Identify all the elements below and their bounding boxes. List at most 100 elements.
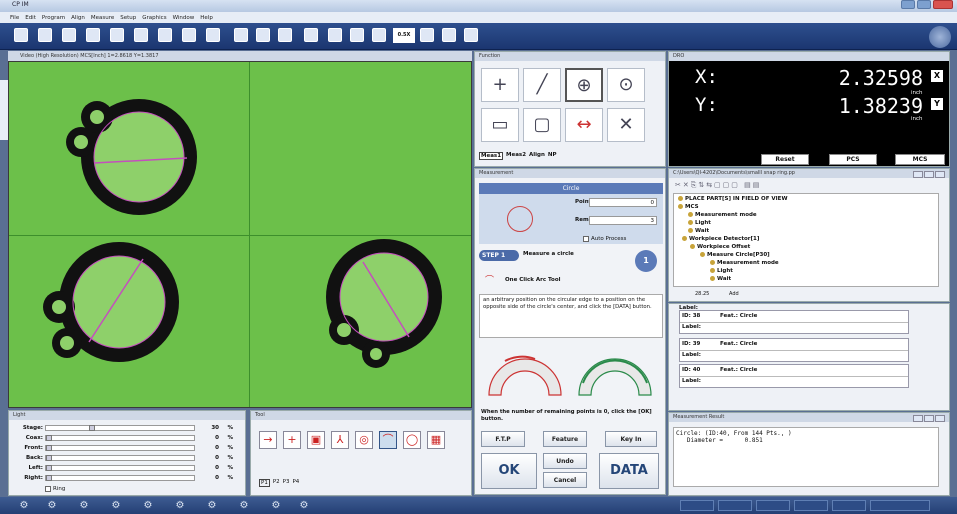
arc-tool-icon[interactable]: ⌒ xyxy=(379,431,397,449)
target-icon[interactable] xyxy=(328,28,342,42)
slider-thumb[interactable] xyxy=(46,435,52,441)
new-file-icon[interactable] xyxy=(14,28,28,42)
feature-item[interactable]: ID: 39 Feat.: Circle Label: xyxy=(679,338,909,362)
axis-icon[interactable] xyxy=(304,28,318,42)
pcs-button[interactable]: PCS xyxy=(829,154,877,165)
maximize-button[interactable] xyxy=(917,0,931,9)
panel-close-button[interactable] xyxy=(935,171,945,178)
tree-node[interactable]: Wait xyxy=(710,276,731,282)
edge-arrow-icon[interactable]: → xyxy=(259,431,277,449)
tree-node[interactable]: Light xyxy=(688,220,711,226)
menu-program[interactable]: Program xyxy=(42,15,65,21)
menu-window[interactable]: Window xyxy=(173,15,195,21)
stop-icon[interactable] xyxy=(234,28,248,42)
ftp-button[interactable]: F.T.P xyxy=(481,431,525,447)
tree-node[interactable]: Workpiece Detector[1] xyxy=(682,236,759,242)
slider-thumb[interactable] xyxy=(46,445,52,451)
tab-p1[interactable]: P1 xyxy=(259,479,270,487)
point-icon[interactable]: + xyxy=(481,68,519,102)
light-slider[interactable] xyxy=(45,475,195,481)
checkbox-box[interactable] xyxy=(45,486,51,492)
status-tool-icon[interactable]: ⚙ xyxy=(18,500,30,512)
pen-icon[interactable] xyxy=(206,28,220,42)
menu-graphics[interactable]: Graphics xyxy=(142,15,166,21)
tree-node[interactable]: MCS xyxy=(678,204,699,210)
menu-file[interactable]: File xyxy=(10,15,19,21)
tab-meas2[interactable]: Meas2 xyxy=(506,152,526,160)
light-value[interactable]: 0 xyxy=(195,455,219,461)
tab-p2[interactable]: P2 xyxy=(273,479,280,487)
ring-checkbox[interactable]: Ring xyxy=(45,486,65,492)
edit-icon[interactable] xyxy=(182,28,196,42)
slider-thumb[interactable] xyxy=(89,425,96,431)
light-value[interactable]: 0 xyxy=(195,465,219,471)
reset-button[interactable]: Reset xyxy=(761,154,809,165)
status-tool-icon[interactable]: ⚙ xyxy=(46,500,58,512)
tree-node[interactable]: Light xyxy=(710,268,733,274)
program-toolbar-icons[interactable]: ✂✕⎘⇅⇆▢▢▢ ▤▤ xyxy=(675,181,761,190)
status-tool-icon[interactable]: ⚙ xyxy=(298,500,310,512)
back-icon[interactable] xyxy=(278,28,292,42)
menu-help[interactable]: Help xyxy=(200,15,213,21)
menu-align[interactable]: Align xyxy=(71,15,85,21)
tree-node[interactable]: Wait xyxy=(688,228,709,234)
menu-edit[interactable]: Edit xyxy=(25,15,36,21)
save-icon[interactable] xyxy=(62,28,76,42)
data-button[interactable]: DATA xyxy=(599,453,659,489)
ellipse-icon[interactable]: ⊙ xyxy=(607,68,645,102)
tree-node[interactable]: Measurement mode xyxy=(710,260,779,266)
status-tool-icon[interactable]: ⚙ xyxy=(206,500,218,512)
open-folder-icon[interactable] xyxy=(38,28,52,42)
box-tool-icon[interactable]: ▣ xyxy=(307,431,325,449)
window-layout-icon[interactable] xyxy=(420,28,434,42)
status-tool-icon[interactable]: ⚙ xyxy=(110,500,122,512)
minimize-button[interactable] xyxy=(901,0,915,9)
tree-node[interactable]: Measurement mode xyxy=(688,212,757,218)
feature-item[interactable]: ID: 38 Feat.: Circle Label: xyxy=(679,310,909,334)
rectangle-icon[interactable]: ▭ xyxy=(481,108,519,142)
panel-max-button[interactable] xyxy=(924,415,934,422)
status-tool-icon[interactable]: ⚙ xyxy=(142,500,154,512)
slider-thumb[interactable] xyxy=(46,475,52,481)
light-slider[interactable] xyxy=(45,445,195,451)
light-value[interactable]: 0 xyxy=(195,435,219,441)
slot-icon[interactable]: ▢ xyxy=(523,108,561,142)
feature-item[interactable]: ID: 40 Feat.: Circle Label: xyxy=(679,364,909,388)
panel-min-button[interactable] xyxy=(913,171,923,178)
distance-icon[interactable]: ↔ xyxy=(565,108,603,142)
tab-p3[interactable]: P3 xyxy=(283,479,290,487)
video-view[interactable] xyxy=(8,61,472,408)
print-icon[interactable] xyxy=(86,28,100,42)
light-value[interactable]: 0 xyxy=(195,445,219,451)
tab-np[interactable]: NP xyxy=(548,152,557,160)
light-slider[interactable] xyxy=(45,435,195,441)
intersection-icon[interactable]: ✕ xyxy=(607,108,645,142)
light-value[interactable]: 30 xyxy=(195,425,219,431)
line-icon[interactable]: ╱ xyxy=(523,68,561,102)
copy-icon[interactable] xyxy=(110,28,124,42)
key-in-button[interactable]: Key In xyxy=(605,431,657,447)
panel-close-button[interactable] xyxy=(935,415,945,422)
circle-icon[interactable]: ⊕ xyxy=(565,68,603,102)
zoom-button[interactable]: 0.5X xyxy=(393,28,415,43)
x-zero-button[interactable]: X xyxy=(931,70,943,82)
feature-button[interactable]: Feature xyxy=(543,431,587,447)
circle-tool-icon[interactable]: ◎ xyxy=(355,431,373,449)
status-tool-icon[interactable]: ⚙ xyxy=(78,500,90,512)
tab-p4[interactable]: P4 xyxy=(292,479,299,487)
run-program-icon[interactable] xyxy=(134,28,148,42)
multi-edge-icon[interactable]: ⅄ xyxy=(331,431,349,449)
panel-max-button[interactable] xyxy=(924,171,934,178)
slider-thumb[interactable] xyxy=(46,455,52,461)
slider-thumb[interactable] xyxy=(46,465,52,471)
status-tool-icon[interactable]: ⚙ xyxy=(174,500,186,512)
close-button[interactable] xyxy=(933,0,953,9)
tree-node[interactable]: Workpiece Offset xyxy=(690,244,750,250)
menu-setup[interactable]: Setup xyxy=(120,15,136,21)
tree-node[interactable]: Measure Circle[P30] xyxy=(700,252,770,258)
cancel-button[interactable]: Cancel xyxy=(543,472,587,488)
tab-align[interactable]: Align xyxy=(529,152,545,160)
checkbox-box[interactable] xyxy=(583,236,589,242)
light-value[interactable]: 0 xyxy=(195,475,219,481)
light-slider[interactable] xyxy=(45,465,195,471)
